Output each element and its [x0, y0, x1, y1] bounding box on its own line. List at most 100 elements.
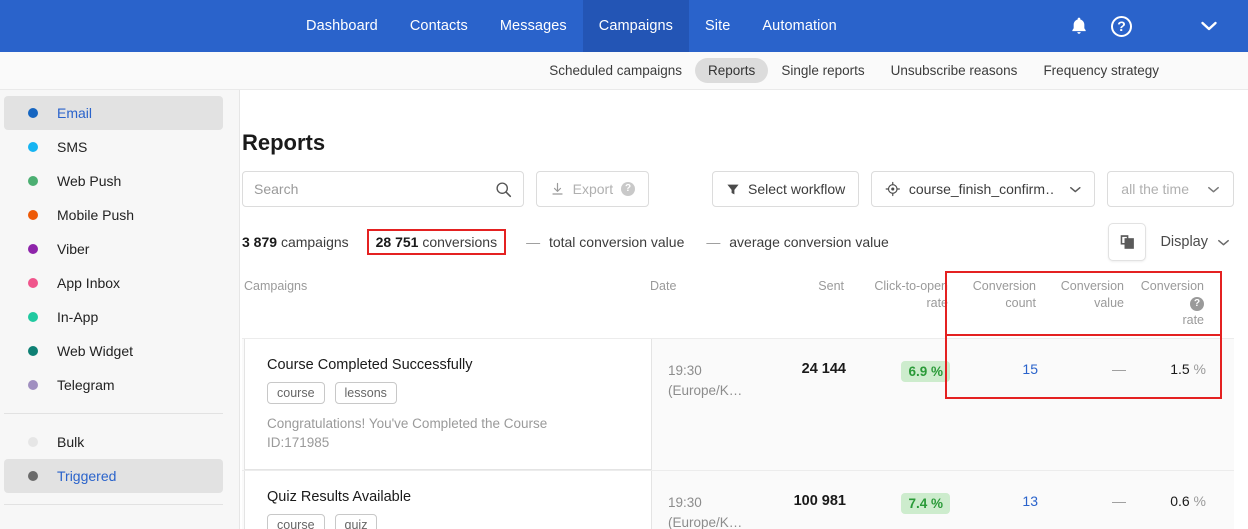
- sidebar-item-label: In-App: [57, 309, 99, 325]
- campaign-id: ID:171985: [267, 435, 330, 451]
- stat-campaigns: 3 879 campaigns: [242, 234, 349, 250]
- sidebar-item-label: Triggered: [57, 468, 117, 484]
- campaign-date: 19:30 (Europe/K…: [652, 339, 758, 470]
- chevron-down-icon: [1201, 21, 1217, 31]
- nav-item-site[interactable]: Site: [689, 0, 746, 52]
- conversion-rate-help-icon[interactable]: ?: [1190, 296, 1204, 311]
- ctor-header-line2: rate: [926, 295, 948, 310]
- conversion-rate-value: 1.5: [1170, 360, 1190, 377]
- campaign-conversion-count[interactable]: 15: [950, 339, 1038, 470]
- reports-toolbar: Export ? Select workflow: [242, 171, 1234, 207]
- sidebar-item-app-inbox[interactable]: App Inbox: [4, 266, 223, 300]
- conversions-count: 28 751: [375, 234, 419, 250]
- sidebar-item-bulk[interactable]: Bulk: [4, 425, 223, 459]
- subnav-item-scheduled-campaigns[interactable]: Scheduled campaigns: [536, 58, 695, 83]
- channel-dot-icon: [28, 142, 38, 152]
- campaign-tags: course lessons: [267, 381, 635, 404]
- sidebar-item-mobile-push[interactable]: Mobile Push: [4, 198, 223, 232]
- subnav-label: Reports: [708, 63, 756, 78]
- column-header-sent[interactable]: Sent: [756, 275, 844, 329]
- sidebar-item-label: Viber: [57, 241, 90, 257]
- column-header-click-to-open-rate[interactable]: Click-to-open rate: [844, 275, 948, 329]
- subnav-label: Scheduled campaigns: [549, 63, 683, 78]
- campaign-card[interactable]: Quiz Results Available course quiz Your …: [244, 470, 652, 529]
- export-help-icon[interactable]: ?: [621, 182, 636, 196]
- average-conversion-value-label: average conversion value: [729, 234, 889, 250]
- total-conversion-value: —: [526, 234, 541, 250]
- campaign-conversion-value: —: [1112, 492, 1126, 509]
- campaign-card[interactable]: Course Completed Successfully course les…: [244, 338, 652, 470]
- campaign-sent: 100 981: [793, 492, 846, 509]
- summary-stats-row: 3 879 campaigns 28 751 conversions — tot…: [242, 223, 1234, 261]
- display-button[interactable]: Display: [1160, 234, 1234, 250]
- sidebar-item-telegram[interactable]: Telegram: [4, 368, 223, 402]
- period-select[interactable]: all the time: [1107, 171, 1234, 207]
- notifications-button[interactable]: [1069, 15, 1089, 37]
- channel-dot-icon: [28, 346, 38, 356]
- column-header-date[interactable]: Date: [650, 275, 756, 329]
- campaign-conversion-count[interactable]: 13: [950, 471, 1038, 529]
- event-select[interactable]: course_finish_confirm…: [871, 171, 1096, 207]
- search-icon[interactable]: [495, 181, 512, 198]
- account-menu-button[interactable]: [1200, 20, 1218, 32]
- nav-label: Messages: [499, 18, 567, 34]
- nav-right-actions: ?: [1069, 0, 1248, 52]
- sidebar-item-web-widget[interactable]: Web Widget: [4, 334, 223, 368]
- column-header-conversion-value[interactable]: Conversion value: [1036, 275, 1124, 329]
- main-content: Reports Export ?: [240, 90, 1248, 529]
- campaign-ctor: 7.4 %: [846, 471, 950, 529]
- conv-rate-header-line1: Conversion: [1140, 279, 1204, 293]
- conversion-rate-unit: %: [1193, 492, 1206, 509]
- campaign-tags: course quiz: [267, 513, 635, 529]
- campaign-ctor: 6.9 %: [846, 339, 950, 470]
- date-time: 19:30: [668, 362, 702, 378]
- sidebar-item-email[interactable]: Email: [4, 96, 223, 130]
- copy-button[interactable]: [1108, 223, 1147, 261]
- sidebar-item-label: Bulk: [57, 434, 85, 450]
- total-conversion-value-label: total conversion value: [548, 234, 685, 250]
- sidebar-item-viber[interactable]: Viber: [4, 232, 223, 266]
- ctor-badge: 7.4 %: [901, 492, 950, 514]
- campaign-tag[interactable]: quiz: [334, 513, 378, 529]
- sidebar-item-sms[interactable]: SMS: [4, 130, 223, 164]
- campaign-tag[interactable]: lessons: [334, 381, 397, 404]
- date-timezone: (Europe/K…: [668, 382, 743, 398]
- subnav-item-frequency-strategy[interactable]: Frequency strategy: [1030, 58, 1172, 83]
- sidebar-item-web-push[interactable]: Web Push: [4, 164, 223, 198]
- sidebar-divider: [4, 413, 223, 414]
- campaign-tag[interactable]: course: [267, 513, 325, 529]
- top-navigation-bar: Dashboard Contacts Messages Campaigns Si…: [0, 0, 1248, 52]
- conversions-label: conversions: [422, 234, 498, 250]
- nav-item-contacts[interactable]: Contacts: [394, 0, 484, 52]
- search-input[interactable]: [254, 181, 495, 197]
- nav-label: Campaigns: [598, 18, 674, 34]
- column-header-conversion-rate[interactable]: Conversion ? rate: [1124, 275, 1220, 329]
- sidebar-item-triggered[interactable]: Triggered: [4, 459, 223, 493]
- campaigns-label: campaigns: [280, 234, 349, 250]
- column-header-campaigns[interactable]: Campaigns: [242, 275, 650, 329]
- campaign-title: Course Completed Successfully: [267, 356, 473, 373]
- campaign-date: 19:30 (Europe/K…: [652, 471, 758, 529]
- sidebar-item-label: Web Push: [57, 173, 122, 189]
- sidebar-item-in-app[interactable]: In-App: [4, 300, 223, 334]
- chevron-down-icon: [1218, 239, 1229, 245]
- campaign-tag[interactable]: course: [267, 381, 325, 404]
- subnav-item-single-reports[interactable]: Single reports: [768, 58, 877, 83]
- export-button[interactable]: Export ?: [535, 171, 650, 207]
- nav-item-automation[interactable]: Automation: [746, 0, 852, 52]
- nav-item-campaigns[interactable]: Campaigns: [582, 0, 690, 52]
- subnav-item-unsubscribe-reasons[interactable]: Unsubscribe reasons: [878, 58, 1031, 83]
- campaign-subject: Congratulations! You've Completed the Co…: [267, 415, 548, 431]
- select-workflow-button[interactable]: Select workflow: [712, 171, 860, 207]
- campaign-conversion-value: —: [1112, 360, 1126, 377]
- table-row[interactable]: Course Completed Successfully course les…: [242, 333, 1234, 471]
- column-header-conversion-count[interactable]: Conversion count: [948, 275, 1036, 329]
- subnav-item-reports[interactable]: Reports: [695, 58, 769, 83]
- search-box[interactable]: [242, 171, 524, 207]
- channel-dot-icon: [28, 380, 38, 390]
- help-button[interactable]: ?: [1111, 15, 1132, 37]
- nav-item-messages[interactable]: Messages: [484, 0, 583, 52]
- nav-item-dashboard[interactable]: Dashboard: [290, 0, 394, 52]
- subnav-label: Unsubscribe reasons: [890, 63, 1018, 78]
- table-row[interactable]: Quiz Results Available course quiz Your …: [242, 470, 1234, 529]
